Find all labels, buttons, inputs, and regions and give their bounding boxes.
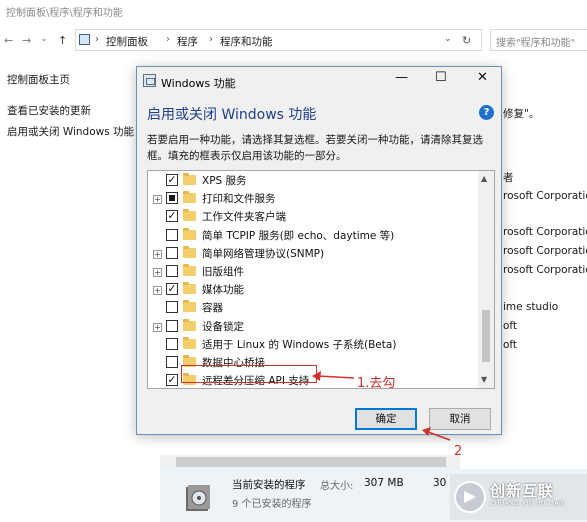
annotation-step1: 1.去勾 [357, 376, 396, 391]
step2-arrow [427, 431, 451, 441]
total-size-value: 307 MB [364, 477, 404, 489]
date-fragment: 30 [433, 477, 447, 489]
watermark-name: 创新互联 [490, 482, 555, 500]
total-size-label: 总大小: [320, 481, 354, 492]
installed-programs-title: 当前安装的程序 [232, 479, 306, 491]
step1-arrow [317, 375, 355, 379]
watermark-subtitle: CHUANG XIN HU LIAN [490, 500, 565, 507]
step1-arrow-head [312, 371, 321, 381]
installed-programs-icon [186, 485, 210, 511]
annotation-arrows [312, 371, 451, 441]
step2-arrow-head [422, 427, 431, 436]
horizontal-scrollbar-thumb[interactable] [176, 457, 446, 467]
installed-count: 9 个已安装的程序 [232, 499, 312, 510]
horizontal-scrollbar[interactable] [160, 455, 460, 469]
